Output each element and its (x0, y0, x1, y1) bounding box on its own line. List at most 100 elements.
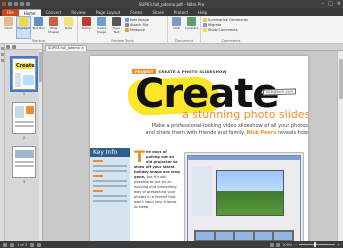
thumbnails-toolbar (5, 44, 42, 50)
document-group: OCR Compare Document (168, 16, 201, 44)
film-frame (254, 232, 273, 240)
landscape-preview-image (216, 170, 284, 216)
key-info-line (93, 160, 103, 162)
zoom-control: 100% − + (270, 242, 340, 247)
intro-paragraph: Make a professional-looking video slides… (142, 123, 308, 137)
rotate-thumb-icon[interactable] (12, 45, 16, 49)
body-text: but it's still possible to put on an exc… (134, 175, 177, 209)
add-image-button[interactable]: Add Image (125, 18, 149, 22)
bookmarks-panel-icon[interactable] (1, 53, 4, 56)
tab-file[interactable]: File (2, 9, 19, 16)
document-viewer[interactable]: PROJECT CREATE A PHOTO SLIDESHOW Create … (43, 51, 337, 241)
tab-page-layout[interactable]: Page Layout (91, 9, 126, 16)
compare-icon (187, 17, 196, 26)
ribbon: Hand Highlight Text Box Draw Shapes Note… (0, 16, 343, 44)
filmstrip (194, 230, 294, 241)
key-info-box: Key Info (90, 148, 130, 241)
document-group-label: Document (174, 39, 194, 43)
menu-bar: File Home Convert Review Page Layout For… (0, 8, 343, 16)
previous-page-icon[interactable] (10, 242, 14, 247)
key-info-line (93, 190, 103, 192)
highlight-icon (19, 17, 28, 26)
tab-forms[interactable]: Forms (125, 9, 147, 16)
markup-group: Hand Highlight Text Box Draw Shapes Note… (0, 16, 78, 44)
tab-help[interactable]: Help (193, 9, 212, 16)
hand-button[interactable]: Hand (2, 17, 15, 38)
key-info-title: Key Info (90, 148, 130, 157)
ruler-icon (125, 28, 129, 32)
show-comments-button[interactable]: Show Comments (203, 28, 248, 32)
note-icon (64, 17, 73, 26)
film-frame (235, 232, 253, 240)
zoom-slider[interactable] (299, 242, 336, 247)
page-thumbnail[interactable] (12, 146, 36, 178)
document-scrollbar[interactable] (337, 51, 343, 241)
review-tools-label: Review Tools (111, 39, 134, 43)
highlight-button[interactable]: Highlight (16, 16, 31, 39)
summarize-comments-button[interactable]: Summarize Comments (203, 18, 248, 22)
draw-shapes-button[interactable]: Draw Shapes (47, 17, 60, 38)
tab-convert[interactable]: Convert (41, 9, 67, 16)
fit-page-icon[interactable] (276, 242, 281, 247)
text-box-button[interactable]: Text Box (32, 17, 45, 38)
minimize-button[interactable]: – (322, 1, 325, 7)
thumb-headline: Create (16, 63, 35, 69)
image-icon (97, 17, 106, 26)
note-button[interactable]: Note (62, 17, 75, 38)
maximize-button[interactable]: □ (328, 1, 333, 7)
comments-group: Summarize Comments Migrate Show Comments… (201, 16, 261, 44)
first-page-icon[interactable] (3, 242, 7, 247)
tab-protect[interactable]: Protect (169, 9, 193, 16)
attach-file-button[interactable]: Attach File (125, 23, 149, 27)
measure-button[interactable]: Measure (125, 28, 149, 32)
review-tools-group: Stamp Insert Image Type Text Add Image A… (78, 16, 168, 44)
page-thumbnail[interactable] (12, 102, 36, 134)
text-box-icon (34, 17, 43, 26)
screenshot-window (187, 155, 301, 241)
ocr-icon (172, 17, 181, 26)
zoom-slider-thumb[interactable] (314, 242, 317, 247)
markup-group-label: Markup (32, 39, 45, 43)
tab-review[interactable]: Review (66, 9, 90, 16)
fit-width-icon[interactable] (270, 242, 275, 247)
zoom-out-icon[interactable]: − (294, 243, 297, 247)
key-info-line (93, 195, 127, 197)
page-thumbnails-panel: Create 1 2 3 (5, 44, 43, 248)
subheadline: a stunning photo slideshow (182, 108, 308, 121)
migrate-icon (203, 23, 207, 27)
next-page-icon[interactable] (30, 242, 35, 247)
zoom-thumb-icon[interactable] (6, 45, 10, 49)
key-info-line (93, 180, 127, 182)
last-page-icon[interactable] (37, 242, 42, 247)
tab-home[interactable]: Home (18, 9, 41, 16)
ocr-button[interactable]: OCR (170, 17, 183, 38)
key-info-line (93, 170, 127, 172)
document-tabs: SUP03.full_pdemo × (43, 44, 343, 51)
stamp-button[interactable]: Stamp (80, 17, 93, 38)
tab-share[interactable]: Share (147, 9, 169, 16)
page-thumbnail[interactable]: Create (10, 56, 38, 92)
film-frame (215, 232, 234, 240)
scrollbar-knob[interactable] (339, 59, 343, 99)
migrate-button[interactable]: Migrate (203, 23, 248, 27)
pages-panel-icon[interactable] (1, 47, 4, 50)
type-text-button[interactable]: Type Text (110, 17, 123, 38)
body-text-column: T he days of pulling out an old projecto… (134, 147, 180, 210)
comments-icon (203, 28, 207, 32)
key-info-line (93, 165, 127, 167)
drop-cap: T (134, 147, 145, 166)
window-title: SUP03.full_pdemo.pdf - Nitro Pro (138, 1, 205, 7)
comments-panel-icon[interactable] (1, 59, 4, 62)
add-image-icon (125, 18, 129, 22)
scrollbar-knob[interactable] (39, 52, 42, 82)
thumbnails-scrollbar[interactable] (39, 50, 42, 248)
page-indicator[interactable]: 1 of 3 (17, 243, 27, 247)
close-button[interactable]: ✕ (337, 1, 341, 7)
insert-image-button[interactable]: Insert Image (95, 17, 108, 38)
zoom-in-icon[interactable]: + (337, 243, 340, 247)
status-bar: 1 of 3 100% − + (0, 241, 343, 248)
key-info-line (93, 175, 103, 177)
compare-button[interactable]: Compare (185, 17, 198, 38)
key-info-line (93, 200, 127, 202)
film-frame (196, 232, 214, 240)
